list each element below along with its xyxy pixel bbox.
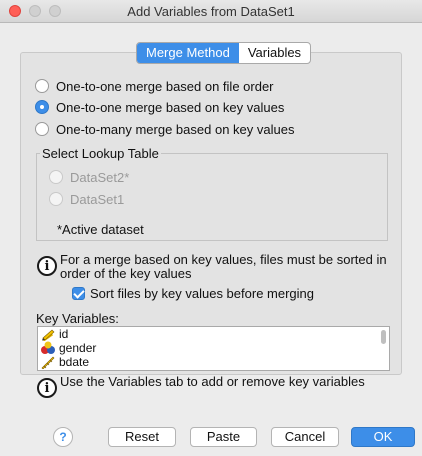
list-item[interactable]: gender xyxy=(38,341,389,355)
radio-button-selected[interactable] xyxy=(35,100,49,114)
info-key-variables-text: Use the Variables tab to add or remove k… xyxy=(60,374,365,389)
merge-option-label: One-to-one merge based on key values xyxy=(56,99,285,115)
help-button[interactable]: ? xyxy=(53,427,73,447)
lookup-item-dataset2[interactable]: DataSet2* xyxy=(49,168,129,186)
sort-files-checkbox[interactable] xyxy=(72,287,85,300)
radio-button-disabled[interactable] xyxy=(49,192,63,206)
merge-option-label: One-to-one merge based on file order xyxy=(56,78,274,94)
reset-button[interactable]: Reset xyxy=(108,427,176,447)
info-icon: i xyxy=(37,256,57,276)
tab-bar: Merge Method Variables xyxy=(136,42,312,64)
radio-button-disabled[interactable] xyxy=(49,170,63,184)
active-dataset-note: *Active dataset xyxy=(57,222,144,237)
key-variable-name: bdate xyxy=(59,355,90,369)
ok-button[interactable]: OK xyxy=(351,427,415,447)
key-variables-label: Key Variables: xyxy=(36,311,119,326)
key-variables-list[interactable]: id gender bdate xyxy=(37,326,390,371)
nominal-variable-icon xyxy=(40,341,56,355)
info-sort-line1: For a merge based on key values, files m… xyxy=(60,252,387,267)
list-item[interactable]: bdate xyxy=(38,355,389,370)
merge-option-label: One-to-many merge based on key values xyxy=(56,121,295,137)
scale-variable-icon xyxy=(40,355,56,370)
lookup-item-dataset1[interactable]: DataSet1 xyxy=(49,190,124,208)
tab-merge-method[interactable]: Merge Method xyxy=(137,43,239,63)
window-title: Add Variables from DataSet1 xyxy=(127,4,295,19)
cancel-button[interactable]: Cancel xyxy=(271,427,339,447)
info-sort-line2: order of the key values xyxy=(60,266,192,281)
merge-option-file-order[interactable]: One-to-one merge based on file order xyxy=(35,77,274,95)
list-scrollbar[interactable] xyxy=(381,330,386,344)
pencil-ruler-icon xyxy=(40,327,56,342)
info-icon: i xyxy=(37,378,57,398)
title-bar: Add Variables from DataSet1 xyxy=(0,0,422,23)
lookup-item-label: DataSet1 xyxy=(70,191,125,207)
merge-option-one-to-many[interactable]: One-to-many merge based on key values xyxy=(35,120,294,138)
key-variable-name: gender xyxy=(59,341,97,355)
merge-option-key-values[interactable]: One-to-one merge based on key values xyxy=(35,98,284,116)
sort-files-label: Sort files by key values before merging xyxy=(90,286,314,301)
lookup-item-label: DataSet2* xyxy=(70,169,130,185)
key-variable-name: id xyxy=(59,327,69,341)
tab-variables[interactable]: Variables xyxy=(239,43,310,63)
radio-button[interactable] xyxy=(35,79,49,93)
dialog-window: Add Variables from DataSet1 Merge Method… xyxy=(0,0,422,456)
radio-button[interactable] xyxy=(35,122,49,136)
list-item[interactable]: id xyxy=(38,327,389,342)
lookup-table-legend: Select Lookup Table xyxy=(40,146,161,161)
paste-button[interactable]: Paste xyxy=(190,427,257,447)
